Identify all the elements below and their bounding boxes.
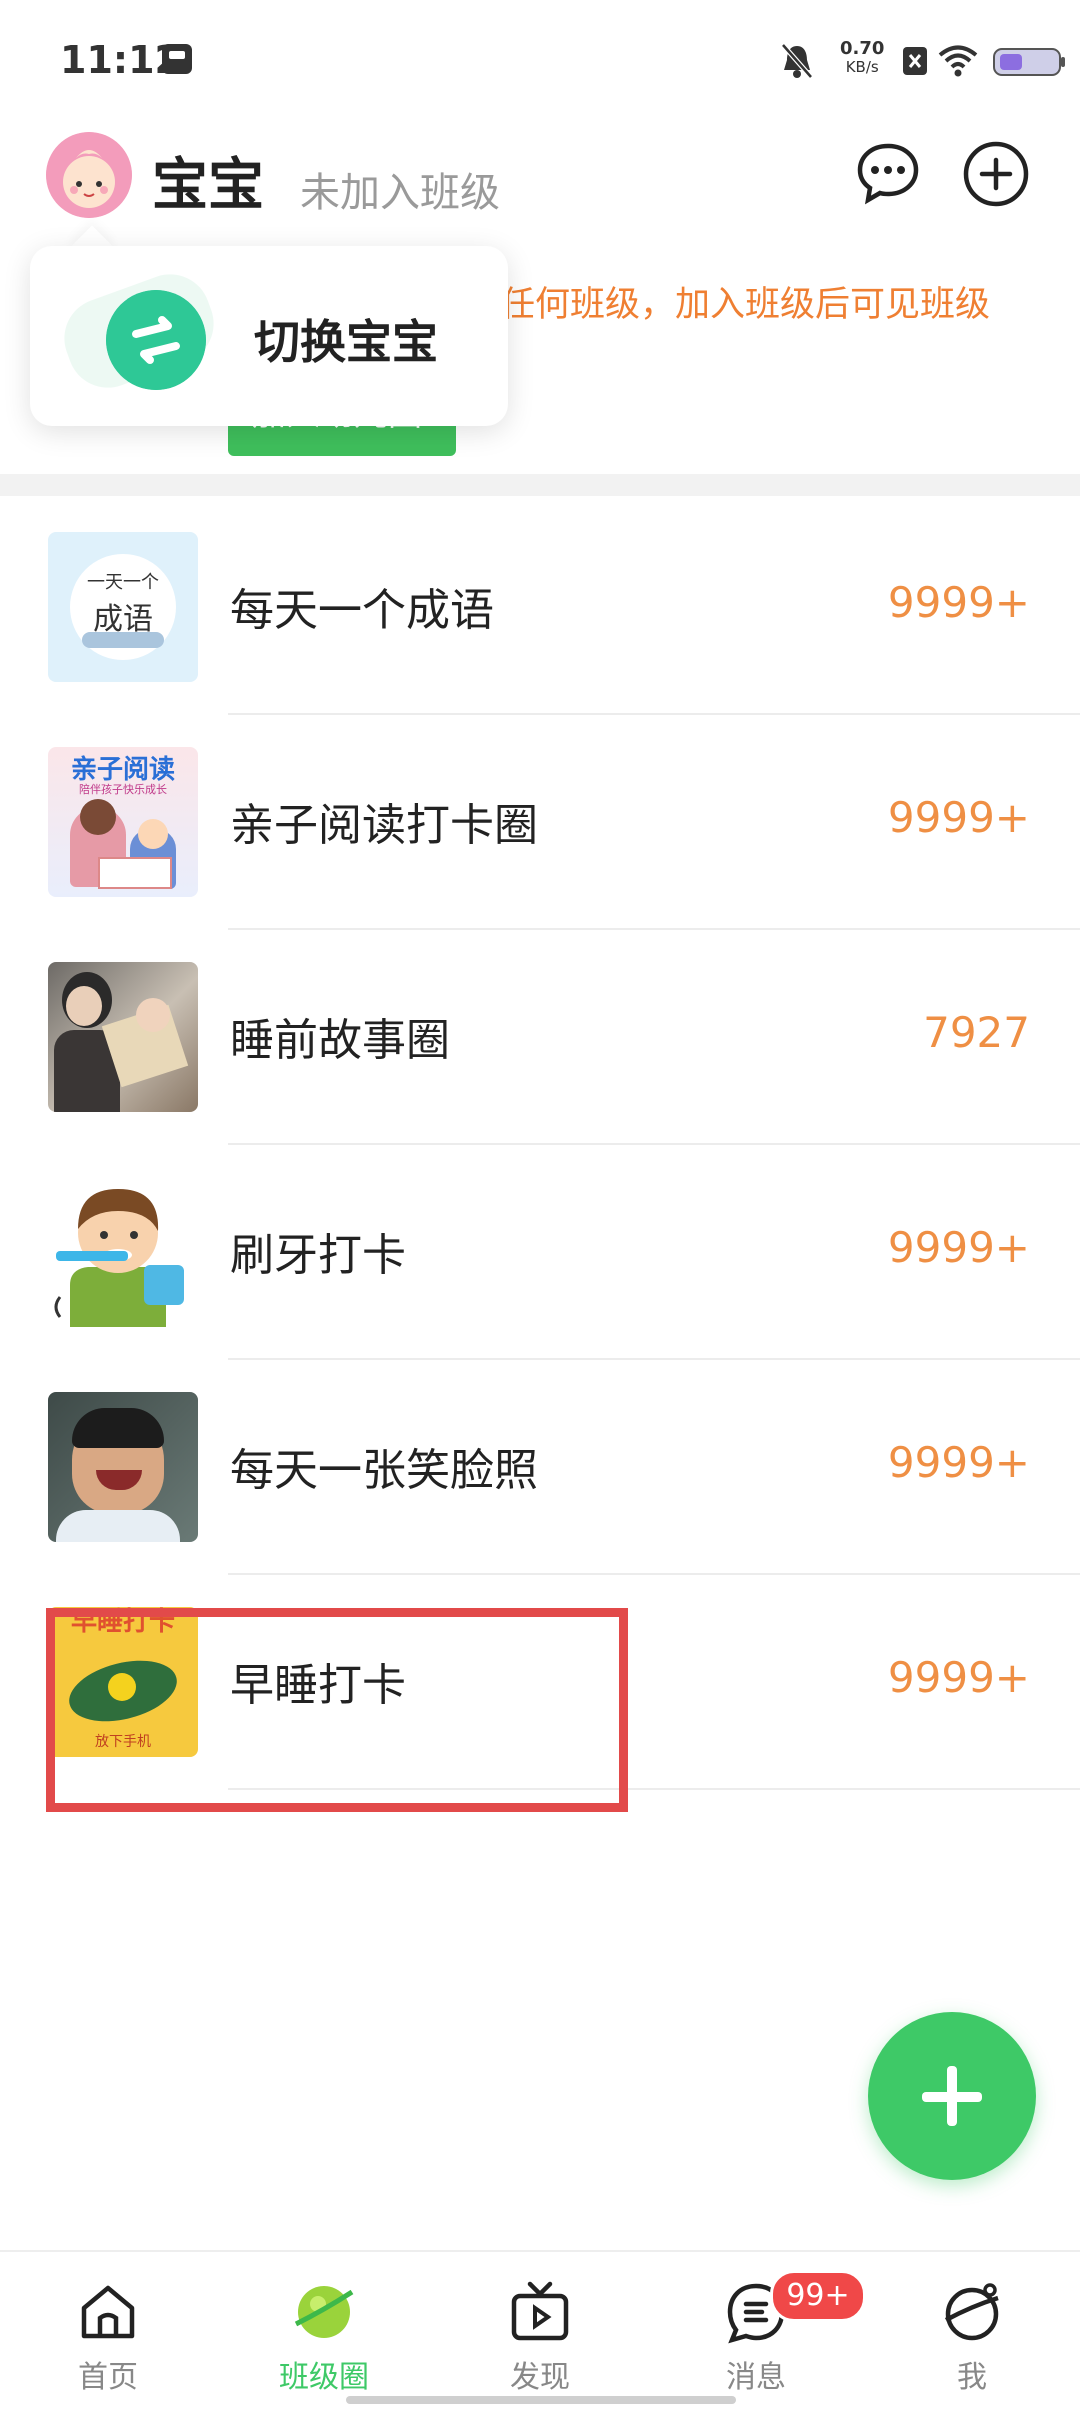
- add-circle-icon[interactable]: [962, 140, 1030, 208]
- list-item-count: 9999+: [887, 1438, 1030, 1487]
- mute-bell-icon: [781, 43, 813, 79]
- nav-discover[interactable]: 发现: [432, 2252, 648, 2410]
- list-item-count: 9999+: [887, 578, 1030, 627]
- baby-avatar[interactable]: [46, 132, 132, 218]
- list-item-title: 每天一张笑脸照: [230, 1445, 538, 1496]
- wifi-icon: [938, 45, 978, 77]
- notice-text: 任何班级，加入班级后可见班级: [500, 285, 991, 325]
- bottom-nav: 首页 班级圈 发现 消息 我: [0, 2250, 1080, 2410]
- list-item-title: 亲子阅读打卡圈: [230, 800, 538, 851]
- message-badge: 99+: [770, 2270, 866, 2322]
- nav-label: 发现: [510, 2360, 570, 2395]
- home-icon: [81, 2285, 135, 2339]
- list-item-count: 7927: [923, 1008, 1030, 1057]
- nav-label: 消息: [726, 2360, 786, 2395]
- nav-me[interactable]: 我: [864, 2252, 1080, 2410]
- switch-icon[interactable]: [106, 290, 206, 390]
- baby-face-icon: [46, 132, 132, 218]
- toothbrush-thumbnail: [48, 1177, 198, 1327]
- chat-icon[interactable]: [854, 140, 922, 208]
- idiom-thumbnail: 一天一个 成语: [48, 532, 198, 682]
- smile-photo-thumbnail: [48, 1392, 198, 1542]
- class-status: 未加入班级: [300, 170, 500, 216]
- nav-label: 首页: [78, 2360, 138, 2395]
- tv-play-icon: [511, 2281, 569, 2341]
- net-speed-value: 0.70: [840, 38, 885, 59]
- reading-thumbnail: 亲子阅读 陪伴孩子快乐成长: [48, 747, 198, 897]
- net-speed: 0.70 KB/s: [840, 38, 885, 77]
- list-item[interactable]: 一天一个 成语 每天一个成语 9999+: [0, 500, 1080, 715]
- list-item[interactable]: 亲子阅读 陪伴孩子快乐成长 亲子阅读打卡圈 9999+: [0, 715, 1080, 930]
- list-item[interactable]: 睡前故事圈 7927: [0, 930, 1080, 1145]
- bedtime-story-thumbnail: [48, 962, 198, 1112]
- highlight-box: [46, 1608, 628, 1812]
- list-item-title: 睡前故事圈: [230, 1015, 450, 1066]
- list-item-count: 9999+: [887, 1653, 1030, 1702]
- status-bar: 11:12 0.70 KB/s: [0, 0, 1080, 120]
- nav-class-circle[interactable]: 班级圈: [216, 2252, 432, 2410]
- nav-label: 班级圈: [279, 2360, 369, 2395]
- sim-x-icon: [903, 47, 927, 75]
- net-speed-unit: KB/s: [845, 58, 879, 76]
- battery-icon: [993, 48, 1065, 76]
- brushing-kid-icon: [54, 1189, 184, 1327]
- thumb-caption: 一天一个: [87, 572, 159, 593]
- nav-label: 我: [957, 2360, 987, 2395]
- list-item-title: 每天一个成语: [230, 585, 494, 636]
- section-divider: [0, 474, 1080, 496]
- floating-add-button[interactable]: [868, 2012, 1036, 2180]
- profile-planet-icon: [944, 2283, 999, 2341]
- list-item-count: 9999+: [887, 793, 1030, 842]
- list-item[interactable]: 每天一张笑脸照 9999+: [0, 1360, 1080, 1575]
- switch-baby-label[interactable]: 切换宝宝: [254, 306, 438, 372]
- baby-name[interactable]: 宝宝: [152, 140, 264, 221]
- notification-icon: [162, 44, 192, 74]
- list-item-title: 刷牙打卡: [230, 1230, 406, 1281]
- status-icons: 0.70 KB/s: [780, 32, 1080, 92]
- planet-icon: [294, 2286, 354, 2338]
- list-item-count: 9999+: [887, 1223, 1030, 1272]
- home-indicator[interactable]: [346, 2396, 736, 2404]
- thumb-caption-2: 陪伴孩子快乐成长: [79, 783, 167, 796]
- list-item[interactable]: 刷牙打卡 9999+: [0, 1145, 1080, 1360]
- nav-home[interactable]: 首页: [0, 2252, 216, 2410]
